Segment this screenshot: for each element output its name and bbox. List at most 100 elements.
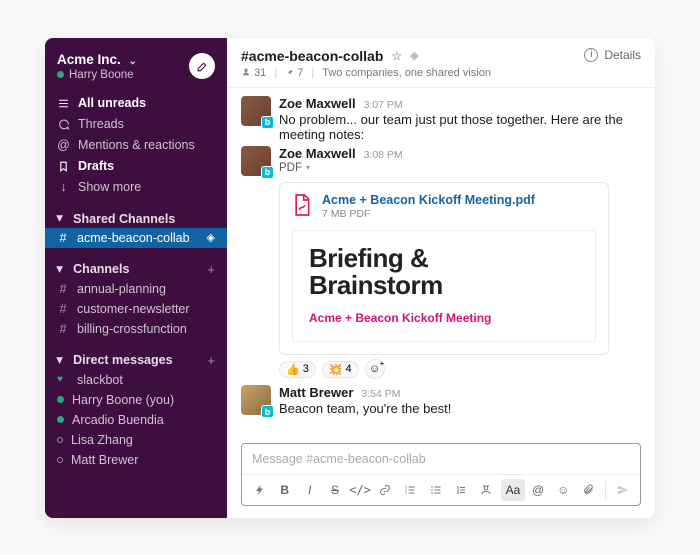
sidebar-item-show-more[interactable]: ↓ Show more [45,177,227,198]
avatar[interactable]: b [241,385,271,415]
message-list[interactable]: b Zoe Maxwell 3:07 PM No problem... our … [227,88,655,443]
message-text: No problem... our team just put those to… [279,112,641,142]
message-text: Beacon team, you're the best! [279,401,641,416]
mention-button[interactable]: @ [527,479,550,501]
pdf-icon [292,193,312,217]
lightning-button[interactable] [248,479,271,501]
presence-away-icon [57,437,63,443]
channel-name: billing-crossfunction [77,322,187,336]
add-dm-button[interactable]: + [207,353,215,368]
workspace-name: Acme Inc. ⌄ [57,52,137,67]
dm-matt-brewer[interactable]: Matt Brewer [45,450,227,470]
compose-button[interactable] [189,53,215,79]
sidebar-item-label: Threads [78,117,124,131]
members-count[interactable]: 31 [241,67,266,79]
bold-button[interactable]: B [273,479,296,501]
reaction[interactable]: 👍3 [279,361,316,378]
section-direct-messages[interactable]: ▶ Direct messages + [45,349,227,370]
channel-annual-planning[interactable]: #annual-planning [45,279,227,299]
lines-icon [57,97,70,110]
code-button[interactable]: </> [349,479,372,501]
channel-name: acme-beacon-collab [77,231,190,245]
blockquote-button[interactable] [449,479,472,501]
attach-button[interactable] [577,479,600,501]
bookmark-icon [57,160,70,173]
bullet-list-button[interactable] [424,479,447,501]
section-shared-channels[interactable]: ▶Shared Channels [45,208,227,228]
lightning-icon [254,484,266,496]
caret-icon: ▶ [56,357,65,363]
code-block-button[interactable] [474,479,497,501]
at-icon: @ [532,483,544,497]
strike-button[interactable]: S [323,479,346,501]
channel-acme-beacon-collab[interactable]: # acme-beacon-collab ◈ [45,228,227,248]
sidebar-item-label: Show more [78,180,141,194]
at-icon: @ [57,138,70,152]
dm-harry-boone[interactable]: Harry Boone (you) [45,390,227,410]
channel-customer-newsletter[interactable]: #customer-newsletter [45,299,227,319]
sidebar-item-drafts[interactable]: Drafts [45,156,227,177]
sidebar-item-label: Mentions & reactions [78,138,195,152]
section-label: Shared Channels [73,212,175,226]
dm-slackbot[interactable]: ♥slackbot [45,370,227,390]
hash-icon: # [57,282,69,296]
current-user-name: Harry Boone [69,69,134,81]
message-time: 3:08 PM [364,149,403,161]
avatar[interactable]: b [241,146,271,176]
shared-channel-icon: ◈ [207,231,215,244]
dm-arcadio-buendia[interactable]: Arcadio Buendia [45,410,227,430]
send-button[interactable] [611,479,634,501]
message-author[interactable]: Matt Brewer [279,385,353,400]
sidebar-item-mentions[interactable]: @ Mentions & reactions [45,135,227,156]
file-preview: Briefing & Brainstorm Acme + Beacon Kick… [292,230,596,343]
section-label: Direct messages [73,353,172,367]
composer-toolbar: B I S </> 123 Aa @ ☺ [242,474,640,505]
code-block-icon [480,484,492,496]
italic-button[interactable]: I [298,479,321,501]
link-icon [379,484,391,496]
preview-heading: Briefing & Brainstorm [309,245,579,300]
file-title: Acme + Beacon Kickoff Meeting.pdf [322,193,535,207]
message: b Zoe Maxwell 3:07 PM No problem... our … [241,96,641,142]
person-icon [241,67,251,77]
link-button[interactable] [374,479,397,501]
channel-topic[interactable]: Two companies, one shared vision [322,67,491,79]
pinned-count[interactable]: 7 [285,67,303,79]
emoji-icon: 💥 [329,363,343,376]
presence-away-icon [57,457,63,463]
emoji-button[interactable]: ☺ [552,479,575,501]
add-channel-button[interactable]: + [207,262,215,277]
main-pane: #acme-beacon-collab ☆ ◈ 31 | 7 | Two c [227,38,655,518]
message-input[interactable] [242,444,640,474]
reaction-count: 3 [303,363,309,375]
avatar[interactable]: b [241,96,271,126]
channel-billing-crossfunction[interactable]: #billing-crossfunction [45,319,227,339]
presence-active-icon [57,416,64,423]
channel-title[interactable]: #acme-beacon-collab [241,48,383,64]
message-time: 3:07 PM [364,99,403,111]
sidebar-item-all-unreads[interactable]: All unreads [45,93,227,114]
ordered-list-button[interactable]: 123 [399,479,422,501]
message-author[interactable]: Zoe Maxwell [279,146,356,161]
file-attachment[interactable]: Acme + Beacon Kickoff Meeting.pdf 7 MB P… [279,182,609,356]
aa-icon: Aa [506,483,521,497]
sidebar-item-threads[interactable]: Threads [45,114,227,135]
paperclip-icon [583,483,594,496]
formatting-toggle[interactable]: Aa [501,479,524,501]
add-reaction-button[interactable]: ☺+ [365,359,385,379]
section-channels[interactable]: ▶Channels + [45,258,227,279]
dm-name: slackbot [77,373,123,387]
preview-subtitle: Acme + Beacon Kickoff Meeting [309,311,579,325]
file-type-line[interactable]: PDF ▾ [279,162,641,174]
add-reaction-icon: ☺+ [369,363,380,375]
ordered-list-icon: 123 [404,484,416,496]
star-icon[interactable]: ☆ [391,49,402,63]
details-button[interactable]: i Details [584,48,641,62]
svg-text:3: 3 [405,491,407,495]
workspace-header[interactable]: Acme Inc. ⌄ Harry Boone [45,48,227,89]
code-icon: </> [349,483,371,497]
dm-lisa-zhang[interactable]: Lisa Zhang [45,430,227,450]
reaction[interactable]: 💥4 [322,361,359,378]
message-author[interactable]: Zoe Maxwell [279,96,356,111]
sidebar-item-label: Drafts [78,159,114,173]
